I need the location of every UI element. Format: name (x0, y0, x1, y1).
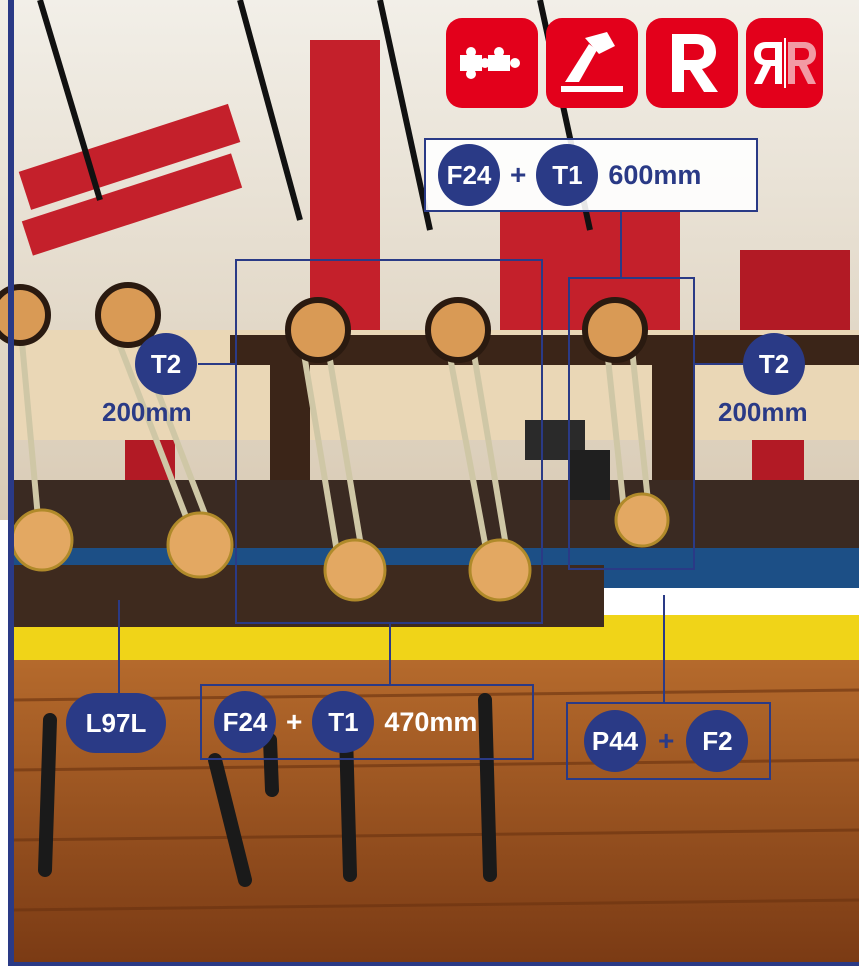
part-f24-badge: F24 (438, 144, 500, 206)
connector-line (198, 363, 236, 365)
bottom-border (8, 962, 859, 966)
part-t1-badge: T1 (536, 144, 599, 206)
part-t2-badge-right: T2 (743, 333, 805, 395)
label-top-f24-t1-600mm: F24 + T1 600mm (424, 138, 758, 212)
part-l97l-badge: L97L (66, 693, 166, 753)
connector-line (389, 624, 391, 686)
length-text-right: 200mm (718, 397, 808, 427)
connector-line (620, 210, 622, 278)
part-p44-badge: P44 (584, 710, 646, 772)
left-border (8, 0, 14, 966)
plus-sign: + (658, 725, 675, 756)
puzzle-icon (446, 18, 538, 108)
plus-sign: + (510, 159, 527, 190)
length-text: 470mm (384, 706, 478, 737)
badge-row (446, 18, 823, 108)
r-logo-icon (646, 18, 738, 108)
part-f2-badge: F2 (686, 710, 749, 772)
rr-logo-icon (746, 18, 823, 108)
part-t2-badge-left: T2 (135, 333, 197, 395)
connector-line (663, 595, 665, 703)
connector-line (695, 363, 743, 365)
plus-sign: + (286, 706, 303, 737)
length-text-left: 200mm (102, 397, 192, 427)
figure: F24 + T1 600mm T2 200mm T2 200mm L97L F2… (0, 0, 859, 966)
label-p44-f2: P44 + F2 (566, 702, 771, 780)
hammer-icon (546, 18, 638, 108)
part-t1-badge: T1 (312, 691, 375, 753)
label-bottom-f24-t1-470mm: F24 + T1 470mm (200, 684, 534, 760)
highlight-box-center-lanyards (235, 259, 543, 624)
highlight-box-right-lanyard (568, 277, 695, 570)
length-text: 600mm (608, 159, 702, 190)
connector-line (118, 600, 120, 695)
part-f24-badge: F24 (214, 691, 276, 753)
